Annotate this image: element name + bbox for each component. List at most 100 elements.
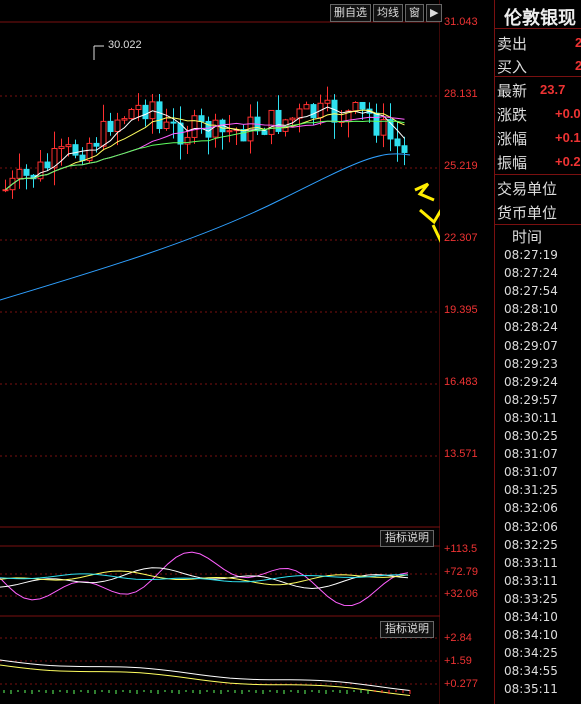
candle xyxy=(226,130,233,133)
time-item: 08:33:25 xyxy=(504,591,558,606)
indicator1-axis-label: +72.79 xyxy=(444,566,478,578)
buy-label: 买入 xyxy=(497,59,528,76)
price-axis-label: 13.571 xyxy=(444,448,478,460)
time-item: 08:29:23 xyxy=(504,356,558,371)
sell-label: 卖出 xyxy=(497,36,528,53)
time-item: 08:32:06 xyxy=(504,519,558,534)
time-item: 08:29:24 xyxy=(504,374,558,389)
time-item: 08:29:57 xyxy=(504,392,558,407)
time-item: 08:34:10 xyxy=(504,628,558,643)
time-item: 08:28:24 xyxy=(504,320,558,335)
last-value: 23.7 xyxy=(540,82,566,97)
candle xyxy=(72,144,79,156)
time-item: 08:34:25 xyxy=(504,646,558,661)
sell-value: 2 xyxy=(575,35,581,50)
price-axis-label: 28.131 xyxy=(444,88,478,100)
amplitude-label: 振幅 xyxy=(497,155,528,172)
time-item: 08:31:25 xyxy=(504,483,558,498)
candle xyxy=(100,120,107,147)
candle xyxy=(114,119,121,133)
candle xyxy=(296,108,303,119)
time-item: 08:31:07 xyxy=(504,465,558,480)
arrow-icon[interactable]: ▶ xyxy=(426,4,443,22)
candle xyxy=(303,104,310,110)
ma-line xyxy=(5,120,405,191)
candle xyxy=(198,115,205,122)
candle xyxy=(310,104,317,119)
time-item: 08:30:25 xyxy=(504,429,558,443)
time-item: 08:29:07 xyxy=(504,338,558,353)
toolbar: 删自选 均线 窗 ▶ xyxy=(330,4,444,22)
last-label: 最新 xyxy=(497,83,528,100)
ma-line xyxy=(5,106,405,191)
time-item: 08:27:19 xyxy=(504,248,558,262)
currency-unit-label: 货币单位 xyxy=(497,205,558,222)
time-header: 时间 xyxy=(512,229,543,246)
time-item: 08:28:10 xyxy=(504,302,558,317)
time-item: 08:27:54 xyxy=(504,284,558,299)
ma-line-button[interactable]: 均线 xyxy=(373,4,403,22)
candle xyxy=(268,109,275,135)
price-axis-label: 19.395 xyxy=(444,304,478,316)
candle xyxy=(93,142,100,147)
candle xyxy=(184,136,191,145)
time-item: 08:27:24 xyxy=(504,266,558,281)
candle xyxy=(156,101,163,130)
window-button[interactable]: 窗 xyxy=(405,4,424,22)
candle xyxy=(128,109,135,120)
candle xyxy=(289,117,296,121)
delete-self-select-button[interactable]: 删自选 xyxy=(330,4,371,22)
indicator1-axis-label: +32.06 xyxy=(444,588,478,600)
indicator2-axis-label: +2.84 xyxy=(444,632,472,644)
price-axis-label: 31.043 xyxy=(444,16,478,28)
time-item: 08:30:11 xyxy=(504,410,558,425)
pct-value: +0.1 xyxy=(555,130,581,145)
candle xyxy=(261,130,268,135)
candle xyxy=(401,145,408,153)
candle xyxy=(394,138,401,147)
candle xyxy=(2,189,9,192)
time-item: 08:31:07 xyxy=(504,447,558,462)
candle xyxy=(44,161,51,169)
candle xyxy=(16,168,23,179)
indicator-line xyxy=(0,664,411,696)
candle xyxy=(170,121,177,124)
pct-label: 涨幅 xyxy=(497,131,528,148)
time-item: 08:33:11 xyxy=(504,573,558,588)
indicator2-help-button[interactable]: 指标说明 xyxy=(380,621,434,638)
instrument-name: 伦敦银现 xyxy=(504,8,576,28)
candle xyxy=(163,121,170,130)
candle xyxy=(212,119,219,138)
ma-line xyxy=(0,153,411,301)
indicator-line xyxy=(0,659,411,691)
indicator2-axis-label: +1.59 xyxy=(444,655,472,667)
indicator1-axis-label: +113.5 xyxy=(444,543,478,555)
candle xyxy=(331,99,338,123)
ma-line xyxy=(5,115,405,191)
trade-unit-label: 交易单位 xyxy=(497,181,558,198)
time-item: 08:33:11 xyxy=(504,555,558,570)
candle xyxy=(142,104,149,120)
candle xyxy=(23,168,30,176)
candle xyxy=(65,144,72,148)
candle xyxy=(373,112,380,136)
candle xyxy=(191,115,198,138)
time-item: 08:35:11 xyxy=(504,682,558,697)
indicator2-lines xyxy=(0,659,411,696)
kline-chart[interactable] xyxy=(0,0,440,704)
time-item: 08:32:25 xyxy=(504,537,558,552)
candle xyxy=(107,120,114,133)
candle xyxy=(135,104,142,111)
amplitude-value: +0.2 xyxy=(555,154,581,169)
change-value: +0.0 xyxy=(555,106,581,121)
price-axis-label: 25.219 xyxy=(444,160,478,172)
change-label: 涨跌 xyxy=(497,107,528,124)
time-item: 08:34:10 xyxy=(504,610,558,624)
candle xyxy=(58,146,65,150)
price-axis-label: 16.483 xyxy=(444,376,478,388)
indicator2-axis-label: +0.277 xyxy=(444,678,478,690)
candle xyxy=(121,118,128,121)
candle xyxy=(324,99,331,104)
candle xyxy=(359,101,366,110)
indicator1-help-button[interactable]: 指标说明 xyxy=(380,530,434,547)
